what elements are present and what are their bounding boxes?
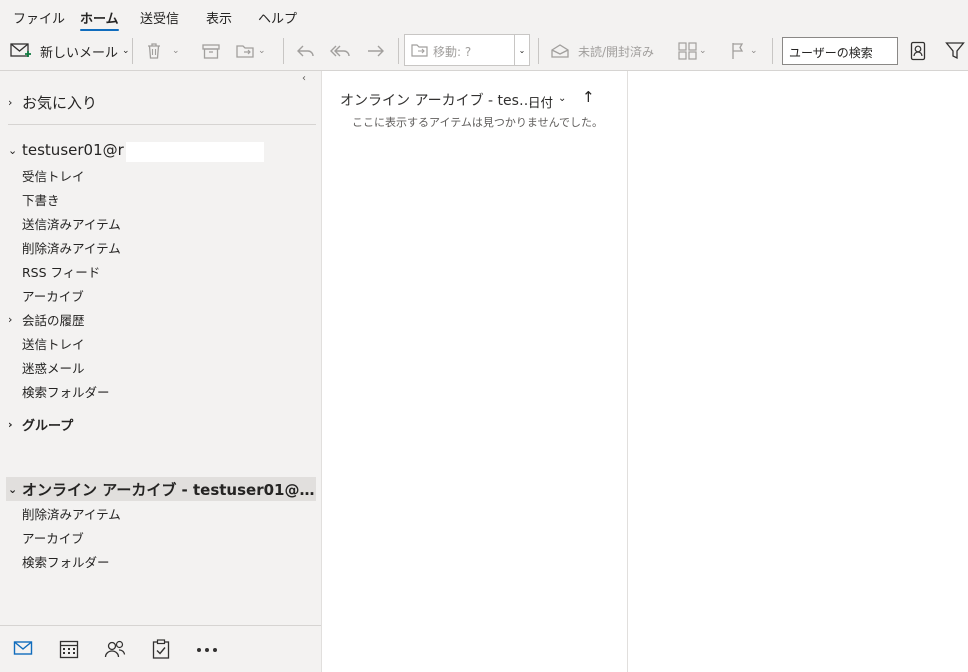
move-folder-icon (236, 45, 254, 58)
groups-header[interactable]: › グループ (8, 415, 73, 434)
tab-file[interactable]: ファイル (13, 8, 65, 27)
address-book-icon (910, 41, 926, 61)
ribbon-divider (132, 38, 133, 64)
favorites-header[interactable]: › お気に入り (8, 92, 97, 113)
reply-all-icon (330, 45, 350, 57)
menu-bar: ファイル ホーム 送受信 表示 ヘルプ (0, 0, 968, 32)
message-list-title: オンライン アーカイブ - tes… (340, 93, 533, 109)
chevron-down-icon: ⌄ (8, 483, 18, 496)
online-archive-header[interactable]: ⌄ オンライン アーカイブ - testuser01@… (8, 479, 315, 500)
collapse-pane-icon[interactable]: ‹ (302, 73, 306, 84)
archive-button[interactable] (202, 32, 220, 70)
calendar-icon[interactable] (59, 639, 79, 659)
divider (0, 625, 321, 626)
tab-send-receive[interactable]: 送受信 (140, 8, 179, 27)
redaction-box (126, 142, 264, 162)
ribbon: 新しいメール ⌄ ⌄ ⌄ 移動: ? ⌄ 未読/開封済み ⌄ ⌄ ユーザーの検索 (0, 32, 968, 71)
folder-inbox[interactable]: 受信トレイ (22, 166, 85, 185)
folder-junk-email[interactable]: 迷惑メール (22, 358, 85, 377)
folder-conversation-history[interactable]: › 会話の履歴 (8, 310, 85, 329)
reply-all-button[interactable] (330, 32, 352, 70)
tab-home[interactable]: ホーム (80, 8, 119, 31)
archive-icon (202, 44, 220, 59)
reply-button[interactable] (296, 32, 316, 70)
move-dropdown[interactable]: 移動: ? ⌄ (404, 34, 530, 66)
account-header[interactable]: ⌄ testuser01@r (8, 141, 124, 159)
forward-button[interactable] (366, 32, 386, 70)
new-mail-button[interactable]: 新しいメール ⌄ (10, 32, 130, 70)
new-mail-label: 新しいメール (40, 45, 119, 61)
account-label: testuser01@r (22, 141, 124, 159)
sort-ascending-icon[interactable]: ↑ (582, 88, 595, 106)
message-list: オンライン アーカイブ - tes… 日付 ⌄ ↑ ここに表示するアイテムは見つ… (322, 71, 628, 672)
chevron-right-icon: › (8, 313, 13, 326)
forward-icon (368, 45, 384, 57)
chevron-down-icon[interactable]: ⌄ (172, 46, 180, 56)
delete-button[interactable]: ⌄ (146, 32, 180, 70)
folder-label: 会話の履歴 (22, 313, 85, 328)
tab-help[interactable]: ヘルプ (258, 8, 297, 27)
sort-by-date-label[interactable]: 日付 (528, 92, 553, 111)
divider (8, 124, 316, 125)
favorites-label: お気に入り (22, 94, 98, 112)
filter-icon (945, 42, 965, 60)
folder-search-folders[interactable]: 検索フォルダー (22, 382, 110, 401)
new-mail-icon (10, 43, 31, 57)
online-archive-label: オンライン アーカイブ - testuser01@… (22, 481, 315, 499)
move-label: 移動: ? (433, 45, 472, 59)
unread-read-button[interactable]: 未読/開封済み (550, 32, 654, 70)
reading-pane (628, 71, 968, 672)
archive-folder-deleted-items[interactable]: 削除済みアイテム (22, 504, 121, 523)
folder-drafts[interactable]: 下書き (22, 190, 60, 209)
flag-icon (732, 43, 744, 59)
folder-pane: ‹ › お気に入り ⌄ testuser01@r 受信トレイ 下書き 送信済みア… (0, 71, 322, 672)
address-book-button[interactable] (910, 32, 926, 70)
archive-folder-archive[interactable]: アーカイブ (22, 528, 84, 547)
search-user-input[interactable]: ユーザーの検索 (782, 37, 898, 65)
people-icon[interactable] (104, 639, 126, 659)
tab-view[interactable]: 表示 (206, 8, 232, 27)
chevron-down-icon[interactable]: ⌄ (514, 35, 529, 65)
folder-sent-items[interactable]: 送信済みアイテム (22, 214, 121, 233)
chevron-down-icon: ⌄ (8, 143, 18, 157)
filter-button[interactable] (945, 32, 965, 70)
move-to-button[interactable]: ⌄ (236, 32, 266, 70)
unread-read-label: 未読/開封済み (578, 44, 655, 59)
chevron-right-icon: › (8, 418, 13, 431)
folder-archive[interactable]: アーカイブ (22, 286, 84, 305)
chevron-down-icon[interactable]: ⌄ (750, 46, 758, 56)
reply-icon (297, 45, 314, 57)
chevron-right-icon: › (8, 96, 13, 109)
follow-up-button[interactable]: ⌄ (730, 32, 758, 70)
folder-deleted-items[interactable]: 削除済みアイテム (22, 238, 121, 257)
chevron-down-icon[interactable]: ⌄ (258, 46, 266, 56)
categorize-icon (678, 42, 697, 60)
empty-list-message: ここに表示するアイテムは見つかりませんでした。 (352, 116, 604, 129)
chevron-down-icon[interactable]: ⌄ (122, 46, 130, 56)
move-folder-icon (411, 44, 428, 57)
categorize-button[interactable]: ⌄ (678, 32, 707, 70)
mail-icon[interactable] (13, 639, 33, 657)
trash-icon (148, 43, 160, 59)
folder-rss-feeds[interactable]: RSS フィード (22, 262, 100, 281)
folder-outbox[interactable]: 送信トレイ (22, 334, 85, 353)
groups-label: グループ (22, 419, 74, 434)
archive-folder-search-folders[interactable]: 検索フォルダー (22, 552, 110, 571)
ribbon-divider (772, 38, 773, 64)
open-envelope-icon (551, 44, 569, 58)
ribbon-divider (398, 38, 399, 64)
ribbon-divider (538, 38, 539, 64)
more-icon[interactable] (196, 647, 218, 653)
chevron-down-icon[interactable]: ⌄ (699, 46, 707, 56)
chevron-down-icon[interactable]: ⌄ (558, 93, 566, 104)
ribbon-divider (283, 38, 284, 64)
tasks-icon[interactable] (152, 639, 170, 659)
